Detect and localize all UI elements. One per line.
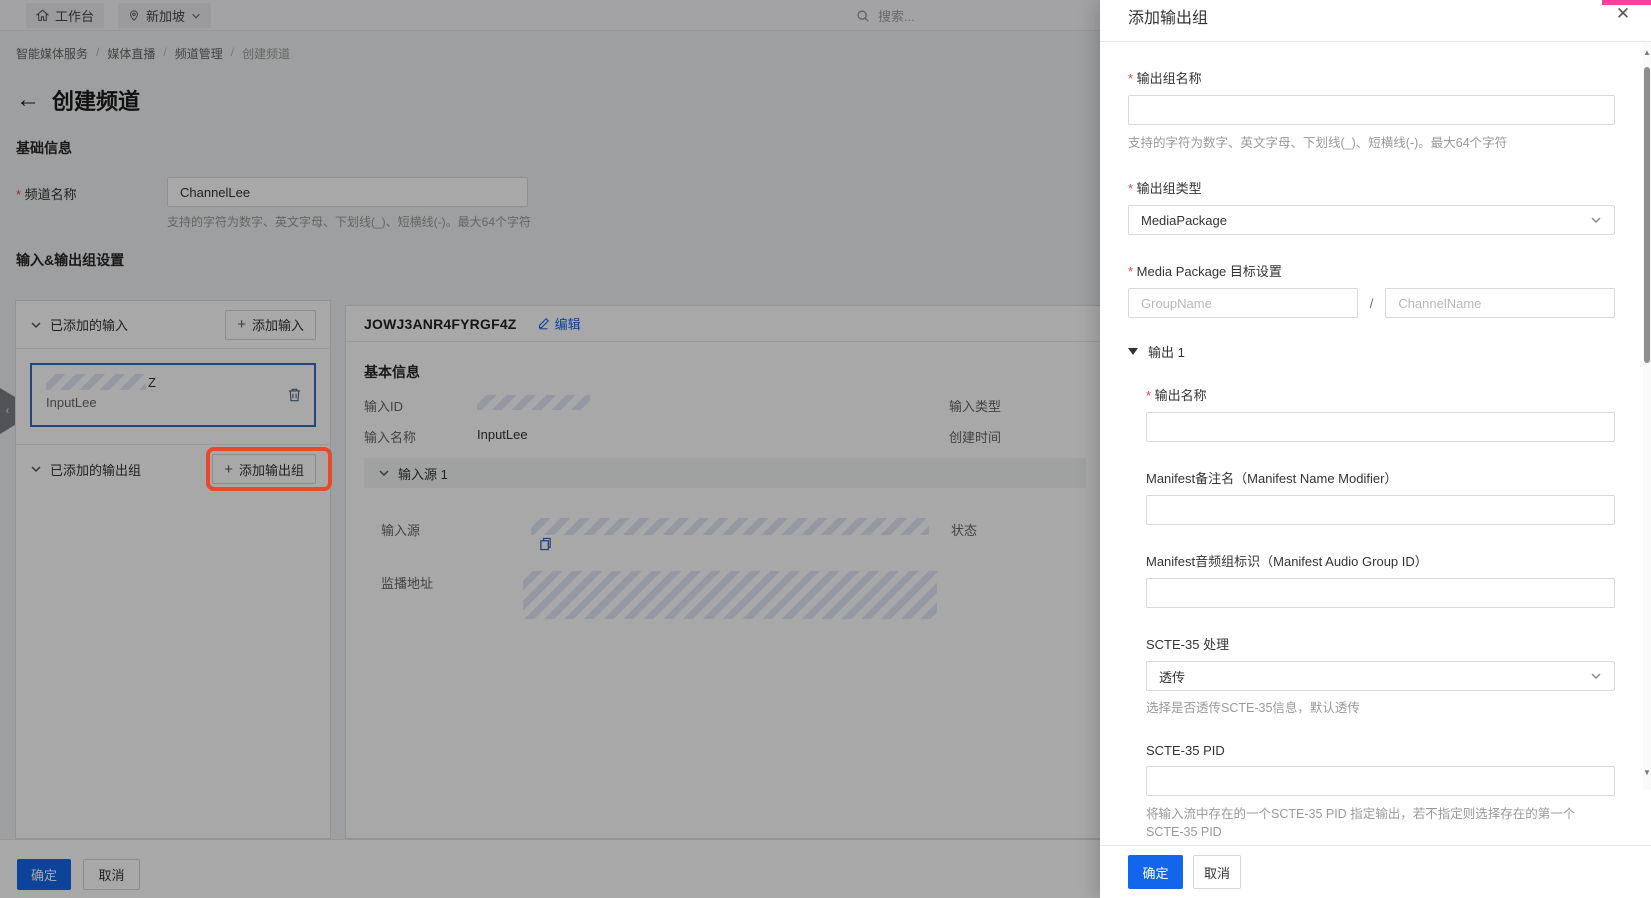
scte35-handling-hint: 选择是否透传SCTE-35信息，默认透传	[1146, 699, 1615, 717]
triangle-down-icon	[1128, 348, 1138, 355]
add-output-group-drawer: 添加输出组 ✕ 输出组名称 支持的字符为数字、英文字母、下划线(_)、短横线(-…	[1100, 0, 1651, 898]
groupname-input[interactable]	[1128, 288, 1358, 318]
drawer-header: 添加输出组 ✕	[1100, 0, 1651, 42]
app-window: 工作台 新加坡 搜索... 智能媒体服务 / 媒体直播 / 频道管理 / 创建频…	[0, 0, 1651, 898]
dest-separator: /	[1370, 296, 1374, 311]
output-group-type-value: MediaPackage	[1141, 213, 1590, 228]
manifest-name-label: Manifest备注名（Manifest Name Modifier）	[1146, 468, 1615, 487]
output-name-label: 输出名称	[1146, 385, 1615, 404]
drawer-body: 输出组名称 支持的字符为数字、英文字母、下划线(_)、短横线(-)。最大64个字…	[1100, 42, 1643, 845]
scte35-pid-hint: 将输入流中存在的一个SCTE-35 PID 指定输出，若不指定则选择存在的第一个…	[1146, 805, 1615, 841]
manifest-audio-label: Manifest音频组标识（Manifest Audio Group ID）	[1146, 551, 1615, 570]
scrollbar-up-icon[interactable]: ▲	[1643, 48, 1651, 58]
output-group-type-label: 输出组类型	[1128, 178, 1615, 197]
output-group-name-label: 输出组名称	[1128, 68, 1615, 87]
manifest-name-input[interactable]	[1146, 495, 1615, 525]
output-group-name-input[interactable]	[1128, 95, 1615, 125]
output-group-type-select[interactable]: MediaPackage	[1128, 205, 1615, 235]
drawer-confirm-button[interactable]: 确定	[1128, 855, 1183, 889]
chevron-down-icon	[1590, 670, 1602, 682]
output1-collapse-header[interactable]: 输出 1	[1128, 342, 1615, 361]
close-icon[interactable]: ✕	[1613, 4, 1633, 24]
scte35-pid-input[interactable]	[1146, 766, 1615, 796]
drawer-footer: 确定 取消	[1100, 845, 1651, 898]
scte35-handling-select[interactable]: 透传	[1146, 661, 1615, 691]
drawer-scrollbar[interactable]: ▲ ▼	[1643, 42, 1651, 790]
scte35-handling-label: SCTE-35 处理	[1146, 634, 1615, 653]
output1-body: 输出名称 Manifest备注名（Manifest Name Modifier）…	[1146, 385, 1615, 845]
mediapackage-dest-label: Media Package 目标设置	[1128, 261, 1615, 280]
drawer-title: 添加输出组	[1128, 4, 1208, 28]
channelname-input[interactable]	[1385, 288, 1615, 318]
scrollbar-thumb[interactable]	[1644, 67, 1650, 363]
chevron-down-icon	[1590, 214, 1602, 226]
output-name-input[interactable]	[1146, 412, 1615, 442]
scte35-handling-value: 透传	[1159, 667, 1590, 686]
scte35-pid-label: SCTE-35 PID	[1146, 743, 1615, 758]
scrollbar-down-icon[interactable]: ▼	[1643, 768, 1651, 778]
pink-marker-bar	[1602, 0, 1651, 5]
manifest-audio-input[interactable]	[1146, 578, 1615, 608]
drawer-cancel-button[interactable]: 取消	[1193, 855, 1241, 889]
output-group-name-hint: 支持的字符为数字、英文字母、下划线(_)、短横线(-)。最大64个字符	[1128, 134, 1615, 152]
mediapackage-dest-row: /	[1128, 288, 1615, 318]
output1-header-label: 输出 1	[1148, 342, 1185, 361]
